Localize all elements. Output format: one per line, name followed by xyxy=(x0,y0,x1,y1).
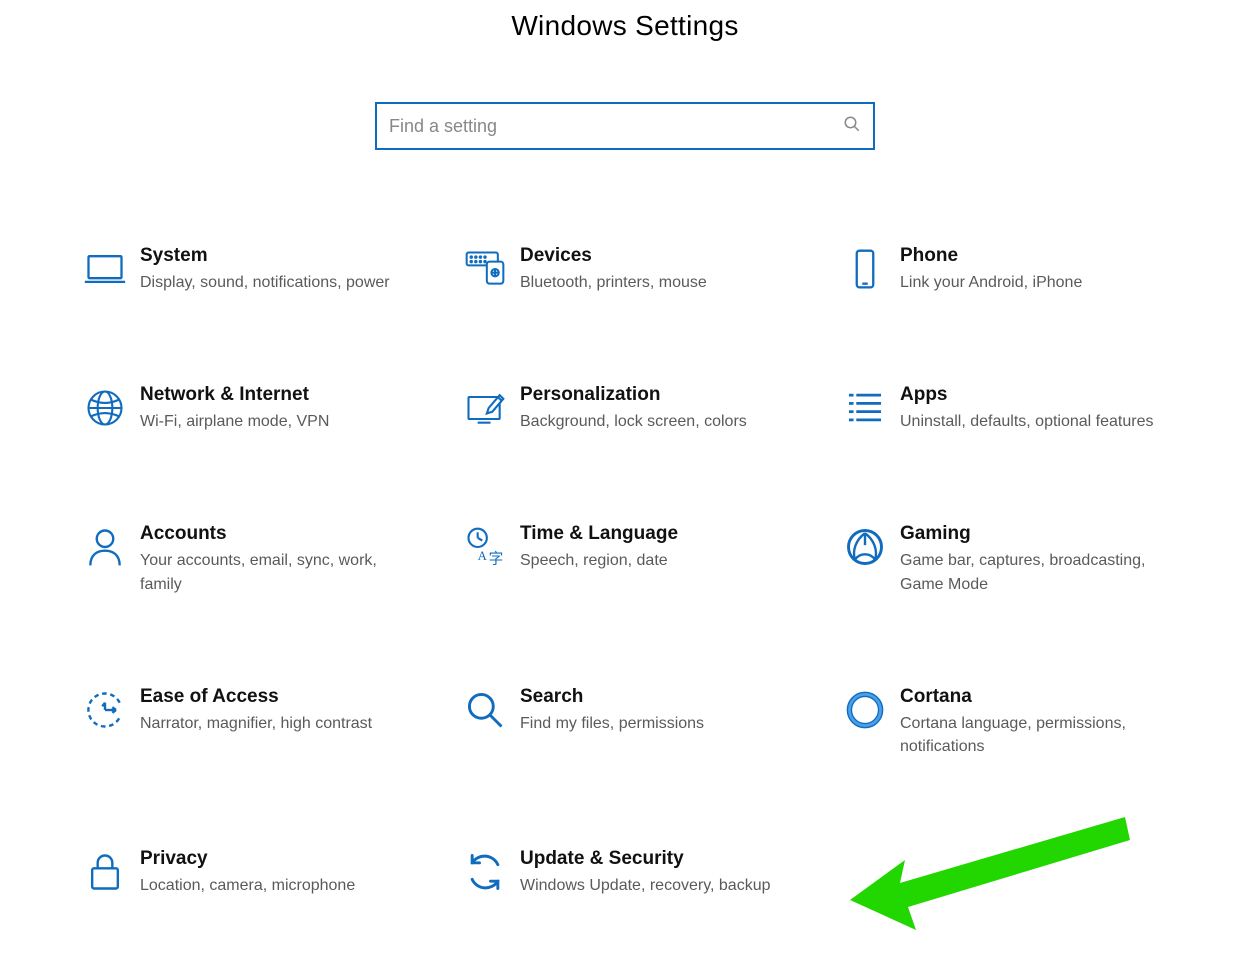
tile-devices[interactable]: Devices Bluetooth, printers, mouse xyxy=(450,245,810,294)
tile-title: Privacy xyxy=(140,848,400,870)
tile-desc: Your accounts, email, sync, work, family xyxy=(140,549,400,595)
tile-title: Accounts xyxy=(140,523,400,545)
tile-privacy[interactable]: Privacy Location, camera, microphone xyxy=(70,848,430,897)
svg-text:A: A xyxy=(478,549,488,563)
tile-system[interactable]: System Display, sound, notifications, po… xyxy=(70,245,430,294)
tile-desc: Wi-Fi, airplane mode, VPN xyxy=(140,410,400,433)
tile-title: Network & Internet xyxy=(140,384,400,406)
tile-personalization[interactable]: Personalization Background, lock screen,… xyxy=(450,384,810,433)
tile-title: Gaming xyxy=(900,523,1160,545)
tile-title: Time & Language xyxy=(520,523,780,545)
tile-time-language[interactable]: A 字 Time & Language Speech, region, date xyxy=(450,523,810,595)
tile-ease-of-access[interactable]: Ease of Access Narrator, magnifier, high… xyxy=(70,686,430,758)
tile-accounts[interactable]: Accounts Your accounts, email, sync, wor… xyxy=(70,523,430,595)
tile-desc: Location, camera, microphone xyxy=(140,874,400,897)
personalization-icon xyxy=(450,384,520,430)
tile-desc: Display, sound, notifications, power xyxy=(140,271,400,294)
tile-cortana[interactable]: Cortana Cortana language, permissions, n… xyxy=(830,686,1190,758)
tile-desc: Cortana language, permissions, notificat… xyxy=(900,712,1160,758)
search-icon xyxy=(843,115,861,138)
tile-desc: Windows Update, recovery, backup xyxy=(520,874,780,897)
tile-title: Update & Security xyxy=(520,848,780,870)
ease-of-access-icon xyxy=(70,686,140,732)
tile-apps[interactable]: Apps Uninstall, defaults, optional featu… xyxy=(830,384,1190,433)
globe-icon xyxy=(70,384,140,430)
tile-title: Cortana xyxy=(900,686,1160,708)
page-title: Windows Settings xyxy=(0,0,1250,42)
privacy-icon xyxy=(70,848,140,894)
tile-title: System xyxy=(140,245,400,267)
tile-title: Apps xyxy=(900,384,1160,406)
tile-title: Search xyxy=(520,686,780,708)
cortana-icon xyxy=(830,686,900,732)
svg-text:字: 字 xyxy=(489,551,504,568)
tile-title: Devices xyxy=(520,245,780,267)
tile-title: Phone xyxy=(900,245,1160,267)
update-security-icon xyxy=(450,848,520,894)
settings-grid: System Display, sound, notifications, po… xyxy=(0,245,1250,897)
tile-update-security[interactable]: Update & Security Windows Update, recove… xyxy=(450,848,810,897)
phone-icon xyxy=(830,245,900,291)
tile-title: Personalization xyxy=(520,384,780,406)
search-tile-icon xyxy=(450,686,520,732)
tile-desc: Speech, region, date xyxy=(520,549,780,572)
tile-title: Ease of Access xyxy=(140,686,400,708)
tile-desc: Narrator, magnifier, high contrast xyxy=(140,712,400,735)
time-language-icon: A 字 xyxy=(450,523,520,569)
search-input[interactable] xyxy=(389,116,843,137)
tile-search[interactable]: Search Find my files, permissions xyxy=(450,686,810,758)
tile-desc: Game bar, captures, broadcasting, Game M… xyxy=(900,549,1160,595)
accounts-icon xyxy=(70,523,140,569)
tile-desc: Find my files, permissions xyxy=(520,712,780,735)
gaming-icon xyxy=(830,523,900,569)
tile-desc: Link your Android, iPhone xyxy=(900,271,1160,294)
system-icon xyxy=(70,245,140,291)
tile-phone[interactable]: Phone Link your Android, iPhone xyxy=(830,245,1190,294)
devices-icon xyxy=(450,245,520,291)
search-container xyxy=(375,102,875,150)
tile-desc: Bluetooth, printers, mouse xyxy=(520,271,780,294)
tile-gaming[interactable]: Gaming Game bar, captures, broadcasting,… xyxy=(830,523,1190,595)
tile-desc: Uninstall, defaults, optional features xyxy=(900,410,1160,433)
apps-icon xyxy=(830,384,900,430)
tile-desc: Background, lock screen, colors xyxy=(520,410,780,433)
tile-network[interactable]: Network & Internet Wi-Fi, airplane mode,… xyxy=(70,384,430,433)
search-input-wrap[interactable] xyxy=(375,102,875,150)
